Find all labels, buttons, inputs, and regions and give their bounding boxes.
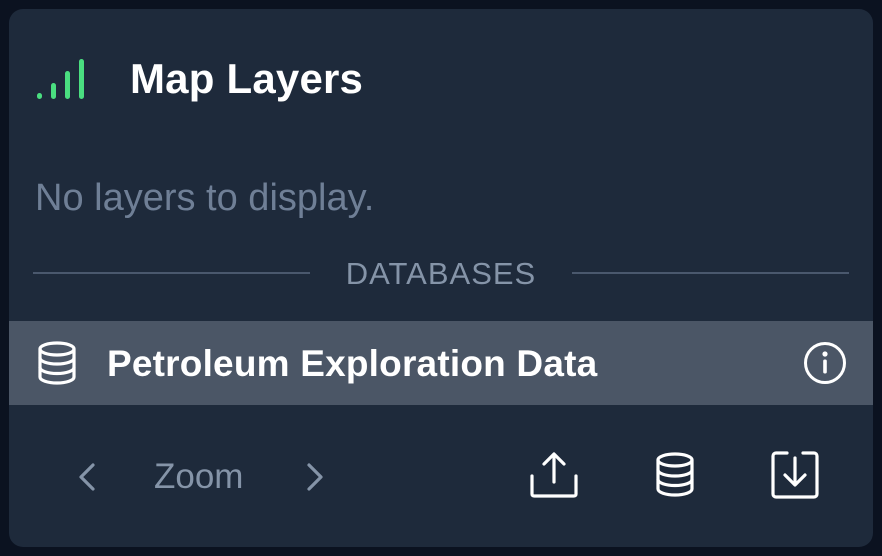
chevron-left-icon[interactable] — [71, 459, 103, 495]
empty-layers-message: No layers to display. — [35, 177, 375, 219]
divider-line-right — [572, 272, 849, 274]
download-icon — [771, 451, 819, 499]
panel-header: Map Layers — [35, 49, 363, 109]
database-row[interactable]: Petroleum Exploration Data — [9, 321, 873, 405]
database-icon — [37, 341, 77, 385]
zoom-toolbar: Zoom — [9, 441, 873, 511]
zoom-label: Zoom — [154, 457, 244, 496]
panel-title: Map Layers — [130, 55, 364, 102]
export-icon — [530, 452, 578, 498]
section-label: DATABASES — [345, 255, 537, 291]
signal-bars-icon — [35, 57, 89, 101]
database-name: Petroleum Exploration Data — [107, 342, 598, 384]
divider-line-left — [33, 272, 310, 274]
database-button[interactable] — [647, 447, 703, 503]
chevron-right-icon[interactable] — [299, 459, 331, 495]
export-button[interactable] — [526, 447, 582, 503]
section-divider: DATABASES — [33, 253, 849, 293]
download-button[interactable] — [767, 447, 823, 503]
info-icon[interactable] — [803, 341, 847, 385]
map-layers-panel: Map Layers No layers to display. DATABAS… — [9, 9, 873, 547]
database-icon — [656, 452, 694, 497]
